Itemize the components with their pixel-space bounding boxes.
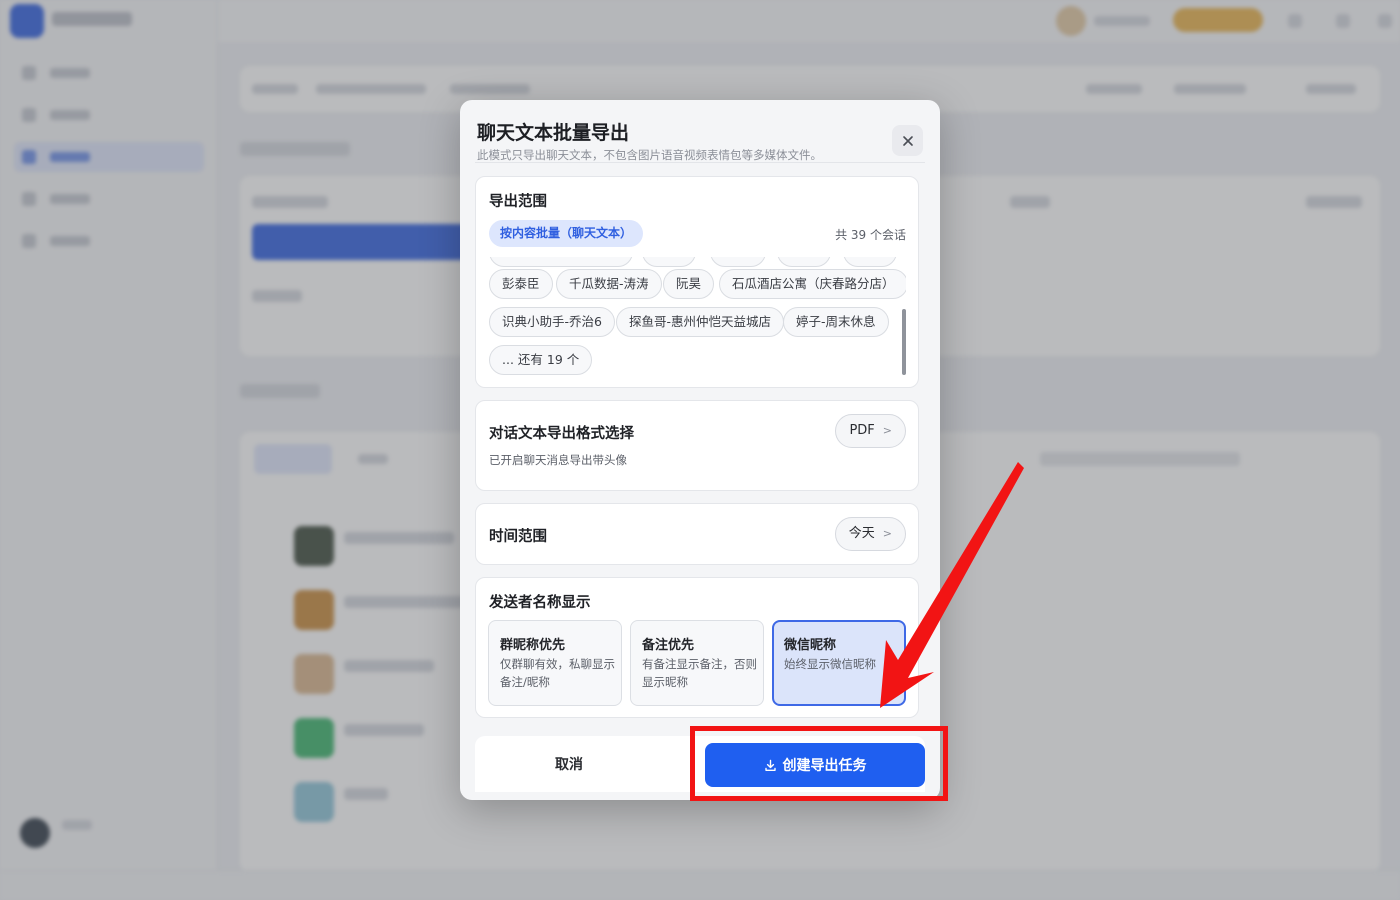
option-title: 备注优先	[642, 638, 695, 653]
format-value: PDF	[849, 423, 875, 438]
option-description: 有备注显示备注，否则显示昵称	[642, 657, 757, 689]
time-value: 今天	[848, 526, 875, 541]
session-chip-partial	[843, 257, 897, 267]
session-chip[interactable]: 阮昊	[663, 269, 715, 299]
modal-subtitle: 此模式只导出聊天文本，不包含图片语音视频表情包等多媒体文件。	[477, 148, 822, 162]
option-description: 始终显示微信昵称	[784, 657, 876, 671]
session-chip[interactable]: 婷子-周末休息	[783, 307, 889, 337]
option-description: 仅群聊有效，私聊显示备注/昵称	[500, 657, 615, 689]
session-count: 共 39 个会话	[835, 228, 906, 242]
chip-list-scrollbar[interactable]	[902, 309, 906, 375]
scope-title: 导出范围	[489, 194, 547, 210]
chevron-right-icon: >	[882, 424, 892, 437]
sender-section: 发送者名称显示 群昵称优先 仅群聊有效，私聊显示备注/昵称 备注优先 有备注显示…	[475, 577, 919, 718]
cancel-button[interactable]: 取消	[555, 754, 583, 774]
modal-title: 聊天文本批量导出	[477, 122, 630, 144]
close-icon	[902, 135, 913, 146]
session-chip-partial	[777, 257, 831, 267]
session-chip-partial	[642, 257, 696, 267]
session-chip-partial	[489, 257, 633, 267]
chevron-right-icon: >	[882, 527, 892, 540]
session-chip[interactable]: 石瓜酒店公寓（庆春路分店）	[719, 269, 906, 299]
time-section: 时间范围 今天 >	[475, 503, 919, 565]
scope-tab-content-batch[interactable]: 按内容批量（聊天文本）	[489, 220, 644, 247]
format-section: 对话文本导出格式选择 已开启聊天消息导出带头像 PDF >	[475, 400, 919, 491]
sender-option-group-nickname[interactable]: 群昵称优先 仅群聊有效，私聊显示备注/昵称	[488, 620, 622, 706]
format-description: 已开启聊天消息导出带头像	[489, 453, 627, 467]
session-chip-partial	[710, 257, 766, 267]
time-select-button[interactable]: 今天 >	[834, 517, 906, 551]
format-select-button[interactable]: PDF >	[835, 414, 906, 448]
session-chip[interactable]: 识典小助手-乔治6	[489, 307, 615, 337]
sender-title: 发送者名称显示	[489, 595, 591, 611]
format-title: 对话文本导出格式选择	[489, 426, 634, 442]
header-divider	[475, 162, 925, 163]
export-modal: 聊天文本批量导出 此模式只导出聊天文本，不包含图片语音视频表情包等多媒体文件。 …	[460, 100, 940, 800]
annotation-highlight-box	[690, 726, 948, 801]
option-title: 群昵称优先	[500, 638, 566, 653]
close-button[interactable]	[892, 125, 923, 156]
session-chip[interactable]: 彭泰臣	[489, 269, 553, 299]
session-chip[interactable]: 千瓜数据-涛涛	[556, 269, 662, 299]
option-title: 微信昵称	[784, 638, 837, 653]
sender-option-remark[interactable]: 备注优先 有备注显示备注，否则显示昵称	[630, 620, 764, 706]
more-sessions-chip[interactable]: ... 还有 19 个	[489, 345, 593, 375]
scope-section: 导出范围 按内容批量（聊天文本） 共 39 个会话 彭泰臣 千瓜数据-涛涛 阮昊…	[475, 176, 919, 388]
session-chip[interactable]: 探鱼哥-惠州仲恺天益城店	[616, 307, 785, 337]
session-chip-list[interactable]: 彭泰臣 千瓜数据-涛涛 阮昊 石瓜酒店公寓（庆春路分店） 识典小助手-乔治6 探…	[476, 257, 906, 387]
time-title: 时间范围	[489, 529, 547, 545]
sender-option-wechat-nickname[interactable]: 微信昵称 始终显示微信昵称	[772, 620, 906, 706]
